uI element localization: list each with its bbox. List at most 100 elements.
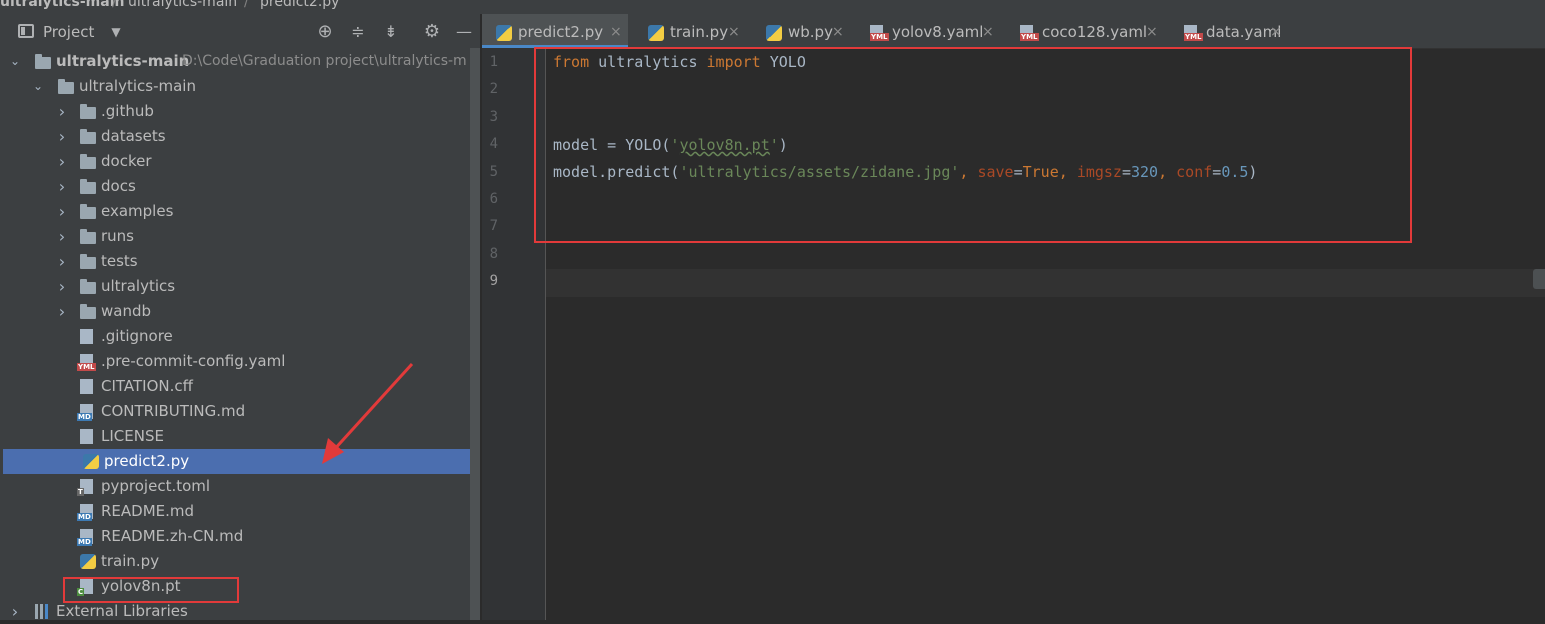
markdown-file-icon: MD	[77, 504, 93, 521]
line-number: 3	[489, 108, 498, 125]
tree-row-label: README.md	[101, 502, 195, 520]
tree-row-label: ultralytics-main	[56, 52, 190, 70]
annotation-arrow	[322, 362, 414, 464]
tree-row-wandb[interactable]: › wandb	[0, 299, 470, 324]
chevron-right-icon[interactable]: ›	[55, 149, 69, 174]
tree-row-label: CITATION.cff	[101, 377, 193, 395]
folder-icon	[80, 154, 96, 169]
chevron-down-icon[interactable]: ▼	[107, 23, 125, 41]
yaml-file-icon: YML	[1020, 25, 1039, 41]
text-file-icon	[80, 379, 93, 394]
tree-row-label: LICENSE	[101, 427, 164, 445]
tree-row-runs[interactable]: › runs	[0, 224, 470, 249]
chevron-down-icon[interactable]: ⌄	[31, 74, 45, 99]
chevron-down-icon[interactable]: ⌄	[8, 49, 22, 74]
tab-label: yolov8.yaml	[892, 23, 984, 41]
tree-row-gitignore[interactable]: .gitignore	[0, 324, 470, 349]
tab-data-yaml[interactable]: YML data.yaml ×	[1170, 14, 1288, 48]
close-icon[interactable]: ×	[1270, 14, 1282, 50]
collapse-all-icon[interactable]: ⇟	[382, 23, 400, 41]
tree-row-ultralytics[interactable]: › ultralytics	[0, 274, 470, 299]
project-scrollbar[interactable]	[470, 48, 480, 620]
editor-edge-marker	[1533, 269, 1545, 289]
tree-row-datasets[interactable]: › datasets	[0, 124, 470, 149]
chevron-right-icon[interactable]: ›	[55, 199, 69, 224]
yaml-file-icon: YML	[870, 25, 889, 41]
tree-row-docs[interactable]: › docs	[0, 174, 470, 199]
folder-icon	[80, 304, 96, 319]
editor-tabs: predict2.py × train.py × wb.py × YML yolov8.yam…	[482, 14, 1545, 49]
line-number: 8	[489, 245, 498, 262]
library-icon	[35, 604, 51, 619]
tab-label: train.py	[670, 23, 729, 41]
python-file-icon	[648, 25, 664, 41]
gear-icon[interactable]: ⚙	[423, 23, 441, 41]
folder-icon	[35, 54, 51, 69]
tree-row-examples[interactable]: › examples	[0, 199, 470, 224]
annotation-box-code	[534, 47, 1412, 243]
folder-icon	[80, 104, 96, 119]
folder-icon	[80, 254, 96, 269]
tree-row-readme-md[interactable]: MD README.md	[0, 499, 470, 524]
line-number: 7	[489, 218, 498, 235]
tree-row-label: .pre-commit-config.yaml	[101, 352, 286, 370]
tree-row-readme-zh-cn-md[interactable]: MD README.zh-CN.md	[0, 524, 470, 549]
tree-row-train-py[interactable]: train.py	[0, 549, 470, 574]
folder-icon	[80, 179, 96, 194]
annotation-box-model-file	[63, 577, 239, 603]
tab-label: wb.py	[788, 23, 833, 41]
tab-label: predict2.py	[518, 23, 604, 41]
locate-icon[interactable]: ⊕	[316, 23, 334, 41]
tree-row-label: datasets	[101, 127, 166, 145]
tree-row-ultralytics-main[interactable]: ⌄ ultralytics-main	[0, 74, 470, 99]
chevron-right-icon[interactable]: ›	[55, 249, 69, 274]
tab-predict2-py[interactable]: predict2.py ×	[482, 14, 628, 48]
current-line-highlight	[546, 269, 1545, 297]
close-icon[interactable]: ×	[728, 14, 740, 50]
tree-row-label: docker	[101, 152, 152, 170]
tree-row-label: .github	[101, 102, 154, 120]
markdown-file-icon: MD	[77, 404, 93, 421]
tree-row-label: ultralytics	[101, 277, 176, 295]
chevron-right-icon[interactable]: ›	[55, 99, 69, 124]
python-file-icon	[80, 554, 96, 569]
chevron-right-icon[interactable]: ›	[8, 599, 22, 624]
chevron-right-icon[interactable]: ›	[55, 174, 69, 199]
close-icon[interactable]: ×	[610, 14, 622, 50]
line-number: 5	[489, 163, 498, 180]
chevron-right-icon[interactable]: ›	[55, 299, 69, 324]
tree-row-pyproject-toml[interactable]: Tpyproject.toml	[0, 474, 470, 499]
minimize-icon[interactable]: —	[455, 23, 473, 41]
tab-wb-py[interactable]: wb.py ×	[752, 14, 850, 48]
tree-row-label: tests	[101, 252, 138, 270]
project-view-icon[interactable]	[18, 24, 34, 38]
tree-row-docker[interactable]: › docker	[0, 149, 470, 174]
tab-train-py[interactable]: train.py ×	[634, 14, 746, 48]
chevron-right-icon[interactable]: ›	[55, 224, 69, 249]
tree-row-label: docs	[101, 177, 136, 195]
chevron-right-icon[interactable]: ›	[55, 124, 69, 149]
tree-row-tests[interactable]: › tests	[0, 249, 470, 274]
python-file-icon	[83, 454, 99, 469]
yaml-file-icon: YML	[77, 354, 96, 371]
expand-all-icon[interactable]: ≑	[349, 23, 367, 41]
yaml-file-icon: YML	[1184, 25, 1203, 41]
folder-icon	[80, 129, 96, 144]
tree-row-ultralytics-main[interactable]: ⌄ ultralytics-main D:\Code\Graduation proj…	[0, 49, 470, 74]
project-toolbar: Project ▼ ⊕ ≑ ⇟ ⚙ —	[0, 14, 480, 48]
breadcrumb-file[interactable]: predict2.py	[260, 0, 339, 10]
markdown-file-icon: MD	[77, 529, 93, 546]
tab-label: coco128.yaml	[1042, 23, 1148, 41]
arrow-shaft	[330, 362, 414, 454]
close-icon[interactable]: ×	[1146, 14, 1158, 50]
project-panel-title[interactable]: Project	[43, 23, 94, 41]
breadcrumb-module[interactable]: ultralytics-main	[128, 0, 237, 10]
tab-yolov8-yaml[interactable]: YML yolov8.yaml ×	[856, 14, 1000, 48]
tree-row-github[interactable]: › .github	[0, 99, 470, 124]
tab-coco128-yaml[interactable]: YML coco128.yaml ×	[1006, 14, 1164, 48]
chevron-right-icon[interactable]: ›	[55, 274, 69, 299]
tree-row-label: examples	[101, 202, 174, 220]
close-icon[interactable]: ×	[832, 14, 844, 50]
close-icon[interactable]: ×	[982, 14, 994, 50]
breadcrumb-project[interactable]: ultralytics-main	[0, 0, 124, 10]
